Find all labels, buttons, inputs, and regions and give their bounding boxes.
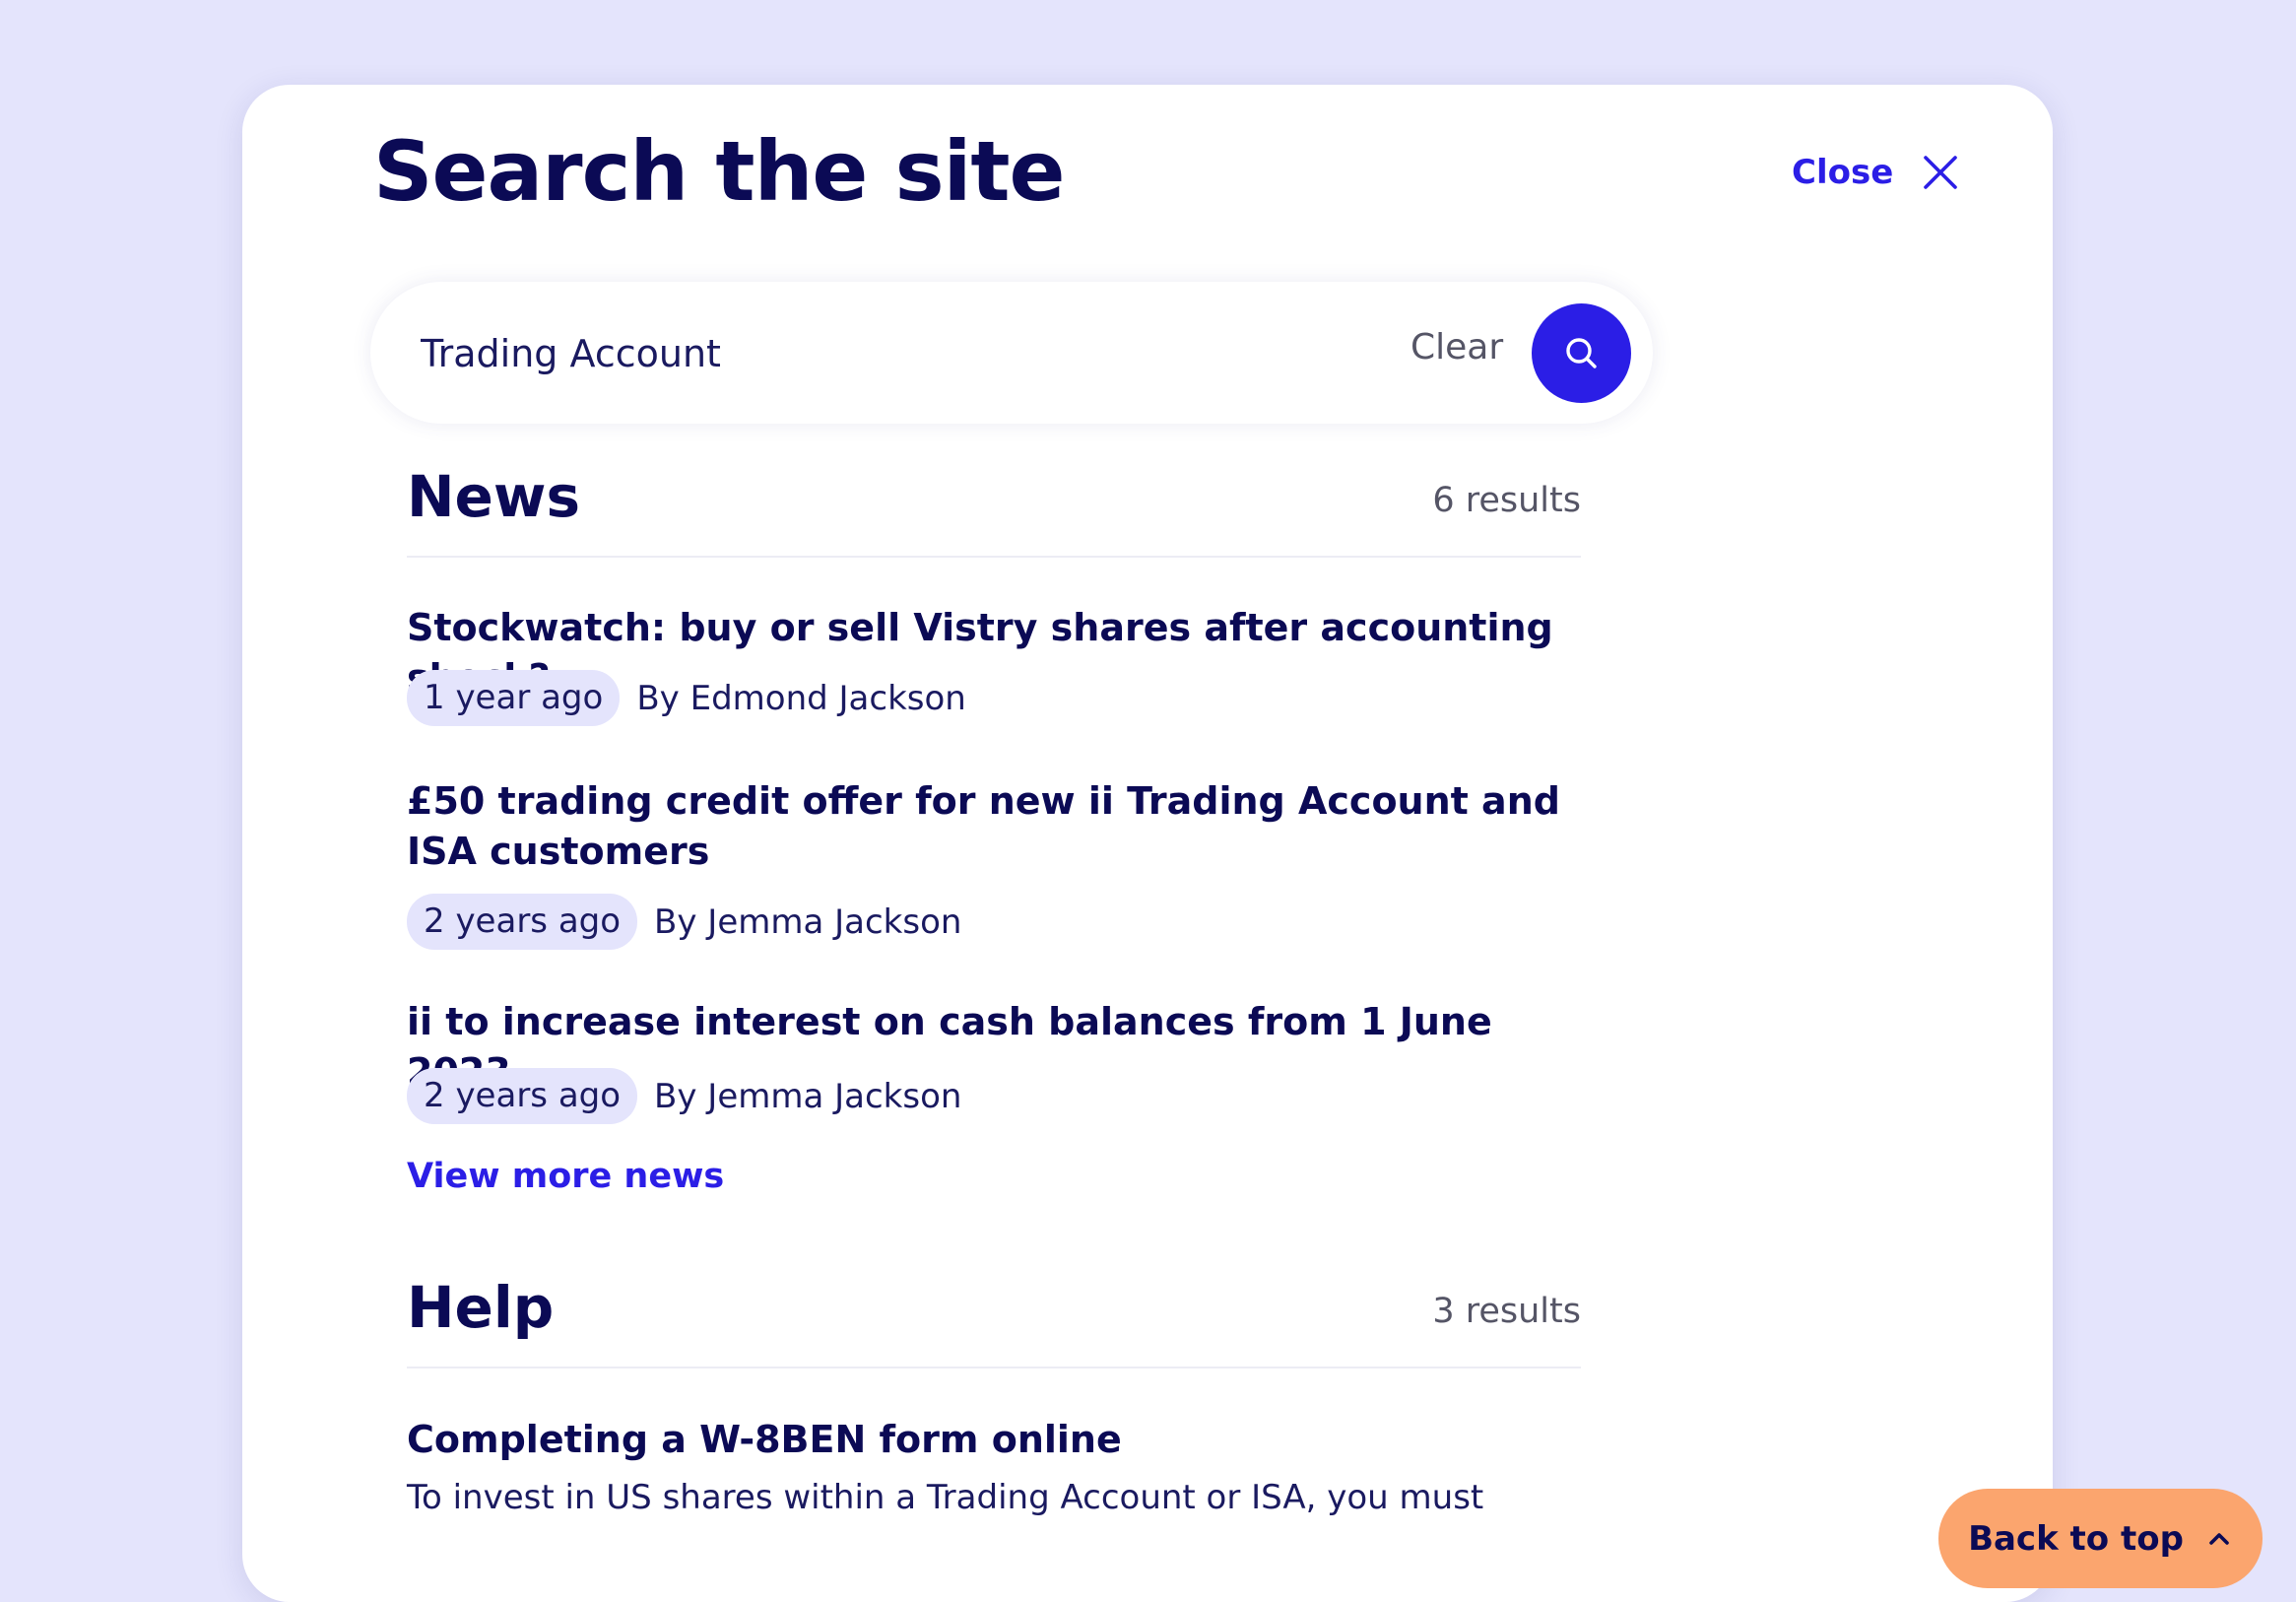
back-to-top-label: Back to top — [1968, 1518, 2184, 1559]
close-label: Close — [1792, 153, 1894, 192]
age-badge: 1 year ago — [407, 670, 621, 726]
help-article-excerpt: To invest in US shares within a Trading … — [407, 1478, 1484, 1517]
view-more-news-link[interactable]: View more news — [407, 1157, 724, 1196]
article-author: By Jemma Jackson — [654, 1076, 962, 1116]
search-modal: Search the site Close Clear News 6 resul… — [242, 85, 2263, 1602]
news-section-header: News 6 results — [407, 463, 1581, 558]
age-badge: 2 years ago — [407, 894, 638, 950]
close-icon — [1924, 156, 1958, 189]
help-results-count: 3 results — [1432, 1292, 1581, 1331]
news-section-title: News — [407, 463, 580, 530]
search-input[interactable] — [419, 321, 1289, 386]
help-section-header: Help 3 results — [407, 1274, 1581, 1368]
age-badge: 2 years ago — [407, 1068, 638, 1124]
news-article-meta: 2 years ago By Jemma Jackson — [407, 1068, 961, 1124]
help-article-title[interactable]: Completing a W-8BEN form online — [407, 1415, 1589, 1465]
news-article-title[interactable]: £50 trading credit offer for new ii Trad… — [407, 776, 1589, 877]
page-title: Search the site — [373, 123, 1066, 220]
news-article-meta: 1 year ago By Edmond Jackson — [407, 670, 966, 726]
news-article-meta: 2 years ago By Jemma Jackson — [407, 894, 961, 950]
back-to-top-button[interactable]: Back to top — [1938, 1489, 2263, 1588]
close-button[interactable]: Close — [1792, 146, 1958, 199]
search-icon — [1565, 337, 1597, 368]
search-button[interactable] — [1532, 303, 1631, 403]
clear-button[interactable]: Clear — [1410, 327, 1503, 367]
search-bar: Clear — [370, 282, 1653, 424]
chevron-up-icon — [2209, 1532, 2229, 1545]
article-author: By Jemma Jackson — [654, 901, 962, 942]
news-results-count: 6 results — [1432, 481, 1581, 520]
article-author: By Edmond Jackson — [636, 678, 966, 718]
help-section-title: Help — [407, 1274, 555, 1341]
